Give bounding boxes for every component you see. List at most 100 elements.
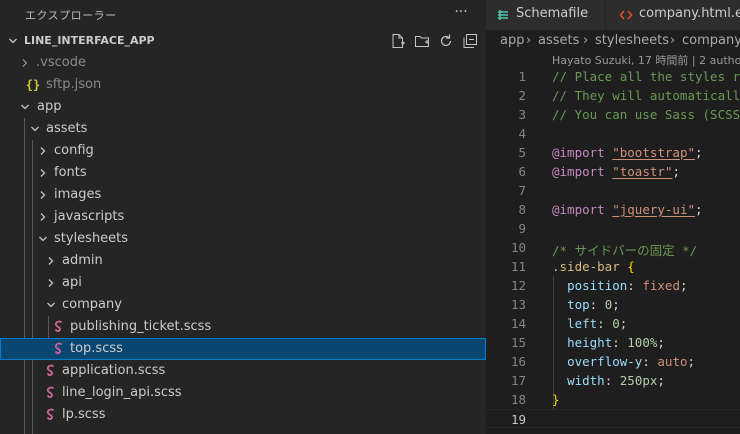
code-line[interactable]: 4 <box>486 124 740 143</box>
line-number: 10 <box>510 240 526 255</box>
code-text: @import "jquery-ui"; <box>552 202 703 217</box>
code-text: .side-bar { <box>552 259 635 274</box>
code-line[interactable]: 11 .side-bar { <box>486 257 740 276</box>
line-number: 2 <box>518 88 526 103</box>
tree-folder-config[interactable]: config <box>0 140 486 162</box>
chevron-right-icon <box>36 206 50 228</box>
chevron-right-icon <box>18 52 32 74</box>
explorer-panel: エクスプローラー ··· LINE_INTERFACE_APP .vscode … <box>0 0 486 434</box>
code-line[interactable]: 10/* サイドバーの固定 */ <box>486 238 740 258</box>
tree-folder-stylesheets[interactable]: stylesheets <box>0 228 486 250</box>
code-line[interactable]: 16 overflow-y: auto; <box>486 352 740 371</box>
code-line[interactable]: 7 <box>486 181 740 200</box>
code-text: height: 100%; <box>567 335 665 350</box>
tree-file-line-login-api-scss[interactable]: line_login_api.scss <box>0 382 486 404</box>
breadcrumb-item[interactable]: stylesheets <box>595 33 669 48</box>
tree-label: stylesheets <box>54 231 129 246</box>
breadcrumb-item[interactable]: app <box>500 33 524 48</box>
tree-label: app <box>37 99 62 114</box>
code-text: width: 250px; <box>567 373 665 388</box>
line-number: 15 <box>510 335 526 350</box>
code-line[interactable]: 17 width: 250px; <box>486 371 740 390</box>
chevron-right-icon <box>36 184 50 206</box>
breadcrumb-item[interactable]: company <box>682 33 740 48</box>
tree-file-sftp-json[interactable]: {} sftp.json <box>0 74 486 96</box>
line-number: 13 <box>510 297 526 312</box>
tab-schemafile[interactable]: Schemafile <box>486 0 606 30</box>
line-number: 1 <box>518 69 526 84</box>
line-number: 14 <box>510 316 526 331</box>
tree-label: application.scss <box>62 363 166 378</box>
chevron-down-icon <box>36 228 50 250</box>
line-number: 18 <box>510 392 526 407</box>
ellipsis-icon[interactable]: ··· <box>453 4 469 20</box>
tree-file-top-scss[interactable]: top.scss <box>0 338 486 360</box>
tree-label: images <box>54 187 102 202</box>
code-text: overflow-y: auto; <box>567 354 696 369</box>
chevron-right-icon <box>36 162 50 184</box>
code-line[interactable]: 2 // They will automatically be included … <box>486 86 740 105</box>
tree-label: publishing_ticket.scss <box>70 319 212 334</box>
code-text: left: 0; <box>567 316 628 331</box>
sass-file-icon <box>52 338 66 360</box>
code-line[interactable]: 6 @import "toastr"; <box>486 162 740 181</box>
tree-root[interactable]: LINE_INTERFACE_APP <box>0 30 486 52</box>
code-text: // You can use Sass (SCSS) here: http://… <box>552 107 740 122</box>
sass-file-icon <box>52 316 66 338</box>
html-code-icon <box>619 8 633 22</box>
tree-file-publishing-ticket-scss[interactable]: publishing_ticket.scss <box>0 316 486 338</box>
code-line[interactable]: 19 <box>486 409 740 428</box>
tree-label: fonts <box>54 165 87 180</box>
chevron-right-icon: › <box>670 33 676 48</box>
chevron-right-icon: › <box>526 33 532 48</box>
code-line[interactable]: 14 left: 0; <box>486 314 740 333</box>
line-number: 3 <box>518 107 526 122</box>
code-text: top: 0; <box>567 297 620 312</box>
chevron-right-icon <box>44 250 58 272</box>
line-number: 8 <box>518 202 526 217</box>
tab-company-html-erb[interactable]: company.html.erb <box>607 0 740 30</box>
code-line[interactable]: 18} <box>486 390 740 409</box>
tree-folder-javascripts[interactable]: javascripts <box>0 206 486 228</box>
code-text: // They will automatically be included i… <box>552 88 740 103</box>
code-line[interactable]: 8 @import "jquery-ui"; <box>486 200 740 219</box>
code-line[interactable]: 1 // Place all the styles related to the … <box>486 67 740 86</box>
code-line[interactable]: 5 @import "bootstrap"; <box>486 143 740 162</box>
tree-folder-app[interactable]: app <box>0 96 486 118</box>
code-editor[interactable]: 1 // Place all the styles related to the … <box>486 67 740 434</box>
tree-folder-admin[interactable]: admin <box>0 250 486 272</box>
git-blame-annotation[interactable]: Hayato Suzuki, 17 時間前 | 2 authors <box>552 52 740 68</box>
tree-label: admin <box>62 253 103 268</box>
tree-label: sftp.json <box>46 77 102 92</box>
tree-folder-images[interactable]: images <box>0 184 486 206</box>
chevron-right-icon <box>36 140 50 162</box>
chevron-down-icon <box>28 118 42 140</box>
code-line[interactable]: 15 height: 100%; <box>486 333 740 352</box>
explorer-title: エクスプローラー <box>25 9 117 22</box>
explorer-header: エクスプローラー ··· <box>0 0 486 30</box>
line-number: 12 <box>510 278 526 293</box>
chevron-down-icon <box>18 96 32 118</box>
tree-label: company <box>62 297 122 312</box>
tree-folder-api[interactable]: api <box>0 272 486 294</box>
tree-folder-assets[interactable]: assets <box>0 118 486 140</box>
tree-label: javascripts <box>54 209 125 224</box>
breadcrumb-item[interactable]: assets <box>538 33 579 48</box>
line-number: 17 <box>510 373 526 388</box>
tree-file-application-scss[interactable]: application.scss <box>0 360 486 382</box>
tree-file-lp-scss[interactable]: lp.scss <box>0 404 486 426</box>
tab-label: Schemafile <box>516 6 589 21</box>
code-line[interactable]: 3 // You can use Sass (SCSS) here: http:/… <box>486 105 740 124</box>
editor-panel: Schemafile company.html.erb app › assets… <box>486 0 740 434</box>
tree-label: config <box>54 143 94 158</box>
code-line[interactable]: 13 top: 0; <box>486 295 740 314</box>
code-text: // Place all the styles related to the c… <box>552 69 740 84</box>
code-text: @import "toastr"; <box>552 164 680 179</box>
tree-folder-company[interactable]: company <box>0 294 486 316</box>
code-line[interactable]: 12 position: fixed; <box>486 276 740 295</box>
tree-folder-fonts[interactable]: fonts <box>0 162 486 184</box>
tree-folder-vscode[interactable]: .vscode <box>0 52 486 74</box>
line-number: 16 <box>510 354 526 369</box>
sass-file-icon <box>44 404 58 426</box>
code-line[interactable]: 9 <box>486 219 740 238</box>
